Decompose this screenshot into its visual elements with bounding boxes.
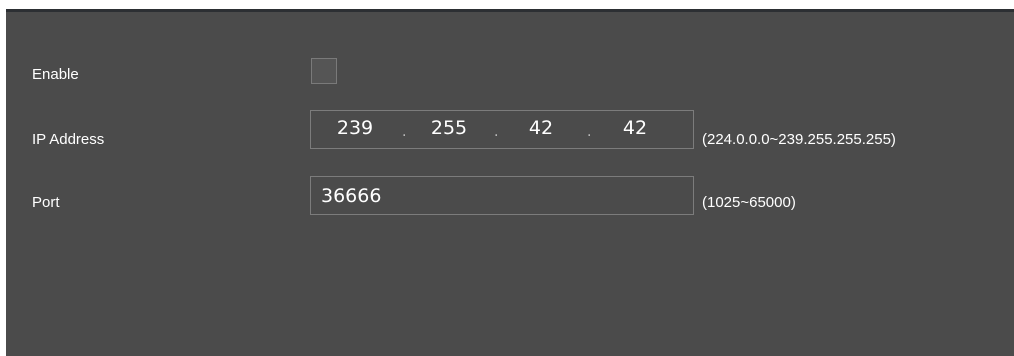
enable-checkbox[interactable] (311, 58, 337, 84)
port-field (310, 176, 694, 215)
enable-label: Enable (32, 66, 79, 83)
ip-address-label: IP Address (32, 131, 105, 148)
port-range-hint: (1025~65000) (702, 194, 796, 211)
ip-octet-3[interactable]: 42 (511, 115, 571, 141)
ip-dot-1: . (402, 124, 407, 140)
ip-dot-3: . (587, 124, 592, 140)
port-label: Port (32, 194, 60, 211)
multicast-settings-panel: Enable IP Address 239 . 255 . 42 . 42 (2… (6, 9, 1014, 356)
ip-dot-2: . (494, 124, 499, 140)
ip-octet-2[interactable]: 255 (419, 115, 479, 141)
port-input[interactable] (311, 177, 693, 214)
ip-octet-1[interactable]: 239 (325, 115, 385, 141)
ip-range-hint: (224.0.0.0~239.255.255.255) (702, 131, 896, 148)
ip-address-field[interactable]: 239 . 255 . 42 . 42 (310, 110, 694, 149)
ip-octet-4[interactable]: 42 (605, 115, 665, 141)
